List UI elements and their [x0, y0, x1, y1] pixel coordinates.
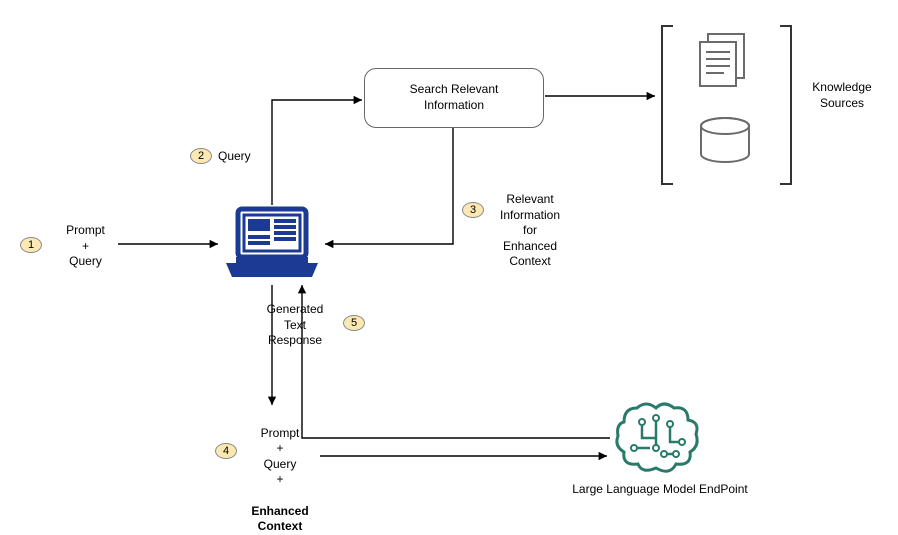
- label-knowledge-sources: Knowledge Sources: [802, 80, 882, 111]
- brain-circuit-icon: [612, 398, 702, 478]
- step-badge-1: 1: [20, 237, 42, 253]
- database-icon: [698, 116, 752, 158]
- documents-icon: [694, 32, 752, 97]
- step-badge-2: 2: [190, 148, 212, 164]
- bracket-left: [661, 25, 673, 185]
- bracket-right: [780, 25, 792, 185]
- label-enhanced-bold: Enhanced Context: [251, 504, 308, 534]
- laptop-icon: [222, 205, 322, 280]
- label-relevant-info: Relevant Information for Enhanced Contex…: [490, 192, 570, 270]
- label-prompt-query: Prompt + Query: [58, 223, 113, 270]
- label-enhanced-pre: Prompt + Query +: [261, 426, 300, 487]
- step-badge-3: 3: [462, 202, 484, 218]
- label-enhanced-context: Prompt + Query + Enhanced Context: [245, 410, 315, 535]
- step-badge-4: 4: [215, 443, 237, 459]
- label-generated-response: Generated Text Response: [255, 302, 335, 349]
- rag-diagram: 1 Prompt + Query 2 Query Search Relevant…: [0, 0, 898, 532]
- search-relevant-info-box: Search Relevant Information: [364, 68, 544, 128]
- label-query: Query: [218, 149, 268, 165]
- label-llm-endpoint: Large Language Model EndPoint: [560, 482, 760, 498]
- step-badge-5: 5: [343, 315, 365, 331]
